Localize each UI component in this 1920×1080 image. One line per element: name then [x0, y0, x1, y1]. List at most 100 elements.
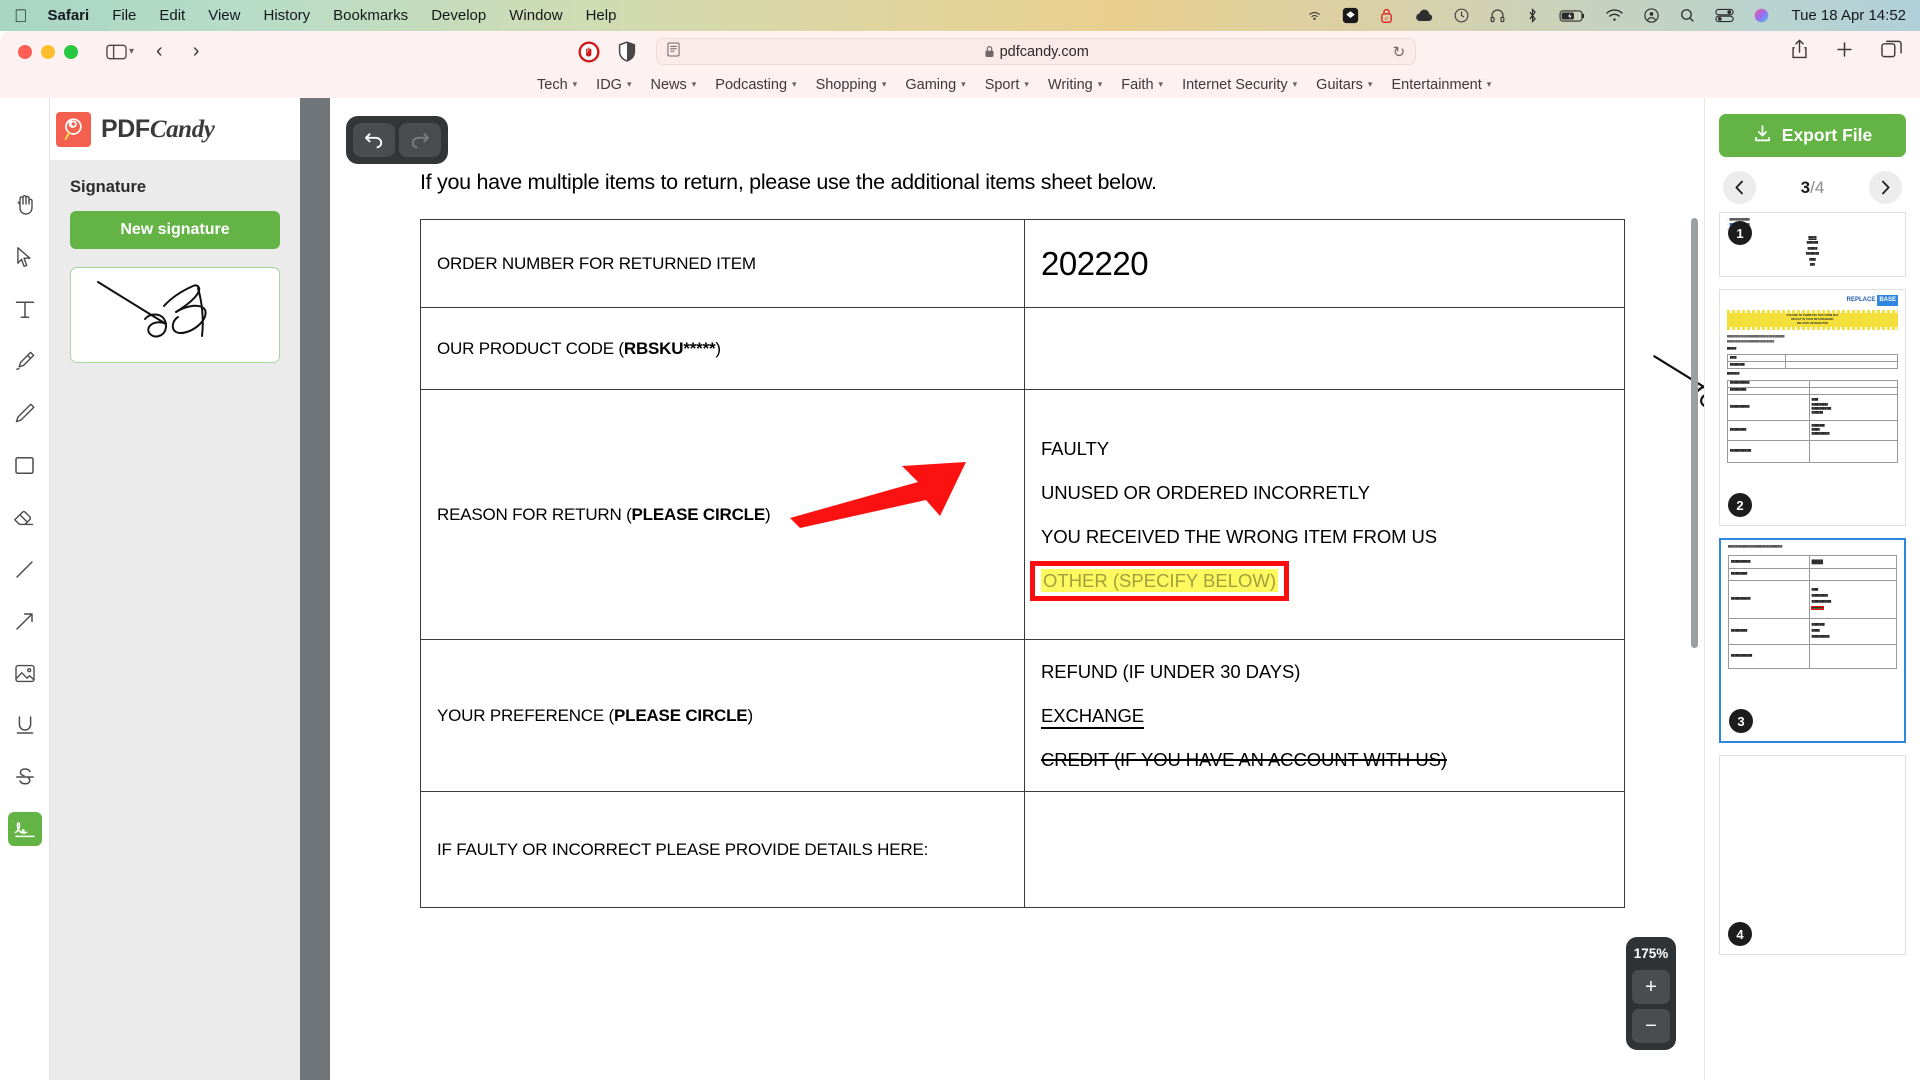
back-button[interactable]: ‹ — [156, 40, 163, 63]
pdf-page[interactable]: If you have multiple items to return, pl… — [330, 98, 1704, 1080]
bookmark-gaming[interactable]: Gaming ▾ — [905, 77, 965, 93]
eraser-icon[interactable] — [8, 500, 42, 534]
menu-clock[interactable]: Tue 18 Apr 14:52 — [1791, 7, 1906, 24]
document-viewer[interactable]: If you have multiple items to return, pl… — [300, 98, 1704, 1080]
arrow-icon[interactable] — [8, 604, 42, 638]
tab-overview-icon[interactable] — [1881, 40, 1902, 63]
zoom-in-button[interactable]: + — [1632, 970, 1670, 1004]
1password-icon[interactable]: e — [1378, 7, 1395, 24]
reload-button[interactable]: ↻ — [1393, 43, 1406, 61]
share-icon[interactable] — [1791, 39, 1808, 64]
page-thumbnail-1[interactable]: • █████████████ • █████████████ • ██████… — [1719, 212, 1906, 277]
time-machine-icon[interactable] — [1453, 7, 1470, 24]
dropbox-icon[interactable] — [1342, 7, 1359, 24]
bluetooth-icon[interactable] — [1525, 7, 1540, 24]
saved-signature-thumbnail[interactable] — [70, 267, 280, 363]
undo-icon[interactable] — [353, 123, 395, 157]
sidebar-toggle-icon[interactable] — [106, 44, 127, 60]
line-icon[interactable] — [8, 552, 42, 586]
bookmark-shopping[interactable]: Shopping ▾ — [816, 77, 887, 93]
redo-icon[interactable] — [399, 123, 441, 157]
pencil-icon[interactable] — [8, 396, 42, 430]
address-bar[interactable]: pdfcandy.com ↻ — [656, 38, 1417, 65]
preference-option-refund[interactable]: REFUND (IF UNDER 30 DAYS) — [1041, 661, 1608, 683]
window-controls[interactable] — [18, 44, 78, 59]
page-thumbnail-2[interactable]: REPLACE BASE FAILURE TO COMPLETE THIS FOR… — [1719, 289, 1906, 526]
bookmark-entertainment[interactable]: Entertainment ▾ — [1391, 77, 1491, 93]
reason-option-wrong-item[interactable]: YOU RECEIVED THE WRONG ITEM FROM US — [1041, 526, 1608, 548]
page-thumbnail-list[interactable]: • █████████████ • █████████████ • ██████… — [1705, 212, 1920, 1080]
menu-item-safari[interactable]: Safari — [48, 7, 90, 24]
cell-value-reason[interactable]: FAULTY UNUSED OR ORDERED INCORRETLY YOU … — [1024, 389, 1625, 640]
bookmark-faith[interactable]: Faith ▾ — [1121, 77, 1163, 93]
text-icon[interactable] — [8, 292, 42, 326]
page-thumbnail-3[interactable]: ███████████████████████████████████ ████… — [1719, 538, 1906, 743]
menu-item-file[interactable]: File — [112, 7, 136, 24]
bookmark-internet-security[interactable]: Internet Security ▾ — [1182, 77, 1297, 93]
bookmark-label: Guitars — [1316, 76, 1363, 93]
new-tab-icon[interactable] — [1835, 40, 1854, 64]
rectangle-icon[interactable] — [8, 448, 42, 482]
privacy-shield-icon[interactable] — [617, 40, 639, 63]
display-toggle-icon[interactable] — [1715, 8, 1735, 23]
menu-item-view[interactable]: View — [208, 7, 240, 24]
export-file-button[interactable]: Export File — [1719, 114, 1906, 157]
siri-icon[interactable] — [1753, 7, 1770, 24]
wifi-icon[interactable] — [1605, 8, 1624, 23]
menu-item-window[interactable]: Window — [509, 7, 562, 24]
headphones-icon[interactable] — [1489, 7, 1506, 24]
bookmark-tech[interactable]: Tech ▾ — [537, 77, 577, 93]
apple-logo-icon[interactable]:  — [14, 7, 28, 25]
hand-icon[interactable] — [8, 188, 42, 222]
control-center-icon[interactable] — [1643, 7, 1660, 24]
stop-blocker-icon[interactable] — [578, 40, 600, 63]
new-signature-button[interactable]: New signature — [70, 211, 280, 249]
maximize-window-button[interactable] — [64, 44, 78, 59]
menu-item-history[interactable]: History — [263, 7, 310, 24]
cloud-icon[interactable] — [1414, 9, 1434, 23]
viewer-scrollbar[interactable] — [1691, 218, 1698, 648]
menu-item-help[interactable]: Help — [586, 7, 617, 24]
url-text[interactable]: pdfcandy.com — [667, 44, 1405, 60]
search-icon[interactable] — [1679, 7, 1696, 24]
sidebar-chevron-down-icon[interactable]: ▾ — [129, 46, 134, 57]
reason-option-other-wrapper[interactable]: OTHER (SPECIFY BELOW) — [1030, 560, 1289, 601]
cell-value-product-code[interactable] — [1024, 307, 1704, 407]
forward-button[interactable]: › — [193, 40, 200, 63]
minimize-window-button[interactable] — [41, 44, 55, 59]
red-rectangle-annotation[interactable] — [1030, 560, 1289, 601]
bookmark-news[interactable]: News ▾ — [650, 77, 696, 93]
image-icon[interactable] — [8, 656, 42, 690]
prev-page-button[interactable] — [1723, 171, 1756, 204]
zoom-out-button[interactable]: − — [1632, 1009, 1670, 1043]
menu-item-bookmarks[interactable]: Bookmarks — [333, 7, 408, 24]
menu-item-edit[interactable]: Edit — [159, 7, 185, 24]
strikethrough-icon[interactable] — [8, 760, 42, 794]
pdfcandy-logo[interactable]: PDFCandy — [50, 98, 300, 160]
reader-view-icon[interactable] — [667, 41, 680, 62]
bookmark-idg[interactable]: IDG ▾ — [596, 77, 631, 93]
close-window-button[interactable] — [18, 44, 32, 59]
bookmark-sport[interactable]: Sport ▾ — [985, 77, 1029, 93]
bookmark-writing[interactable]: Writing ▾ — [1048, 77, 1102, 93]
cell-value-order-number[interactable]: 202220 — [1024, 219, 1625, 308]
menu-item-develop[interactable]: Develop — [431, 7, 486, 24]
highlighter-icon[interactable] — [8, 344, 42, 378]
underline-icon[interactable] — [8, 708, 42, 742]
cell-value-details[interactable] — [1024, 791, 1625, 908]
red-arrow-annotation[interactable] — [790, 458, 970, 528]
reason-option-faulty[interactable]: FAULTY — [1041, 438, 1608, 460]
battery-icon[interactable] — [1559, 9, 1586, 23]
cursor-icon[interactable] — [8, 240, 42, 274]
page-thumbnail-4[interactable]: 4 — [1719, 755, 1906, 955]
bookmark-guitars[interactable]: Guitars ▾ — [1316, 77, 1372, 93]
preference-option-credit[interactable]: CREDIT (IF YOU HAVE AN ACCOUNT WITH US) — [1041, 749, 1608, 771]
next-page-button[interactable] — [1869, 171, 1902, 204]
signature-icon[interactable] — [7, 812, 42, 846]
bookmark-podcasting[interactable]: Podcasting ▾ — [715, 77, 796, 93]
airplay-icon[interactable] — [1306, 7, 1323, 24]
zoom-level-label: 175% — [1633, 946, 1669, 961]
reason-option-unused[interactable]: UNUSED OR ORDERED INCORRETLY — [1041, 482, 1608, 504]
cell-value-preference[interactable]: REFUND (IF UNDER 30 DAYS) EXCHANGE CREDI… — [1024, 639, 1625, 792]
preference-option-exchange[interactable]: EXCHANGE — [1041, 705, 1144, 727]
